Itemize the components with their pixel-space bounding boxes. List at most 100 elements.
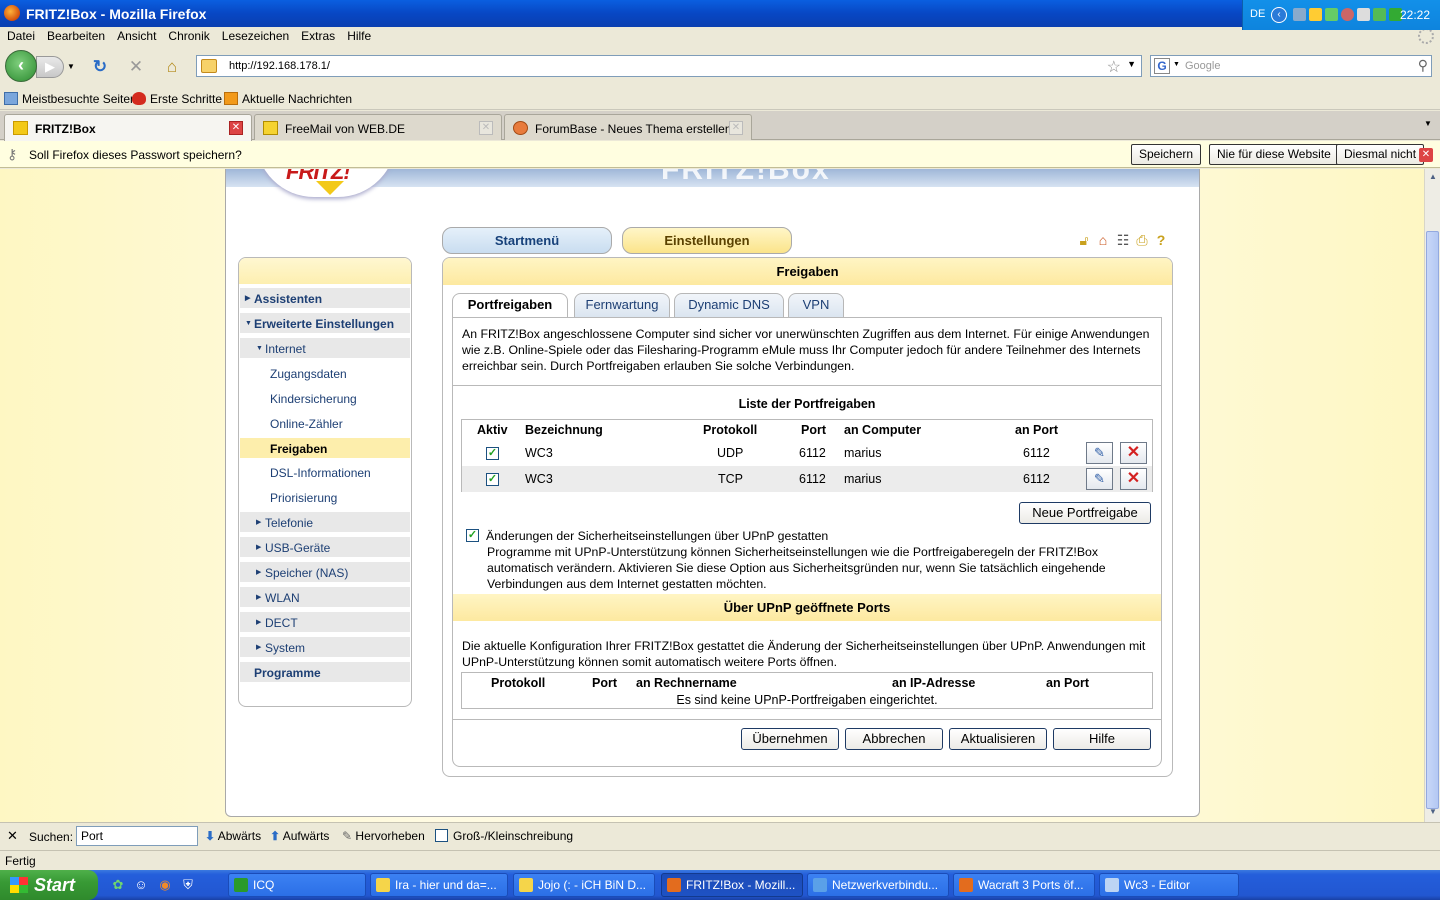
startmenu-button[interactable]: Startmenü — [442, 227, 612, 254]
sidebar-item-dect[interactable]: ▶ DECT — [240, 612, 410, 634]
search-bar[interactable]: G ▼ Google ⚲ — [1150, 55, 1432, 77]
match-case-checkbox[interactable] — [435, 829, 448, 842]
taskbar-task[interactable]: Ira - hier und da=... — [370, 873, 508, 897]
tab-webde[interactable]: FreeMail von WEB.DE ✕ — [254, 114, 502, 140]
menu-hilfe[interactable]: Hilfe — [343, 27, 375, 43]
scroll-up-icon[interactable]: ▲ — [1427, 172, 1439, 184]
taskbar-task[interactable]: Wacraft 3 Ports öf... — [953, 873, 1095, 897]
mail-icon[interactable] — [1309, 8, 1322, 21]
apply-button[interactable]: Übernehmen — [741, 728, 839, 750]
tab-vpn[interactable]: VPN — [788, 293, 844, 317]
icq-flower-icon[interactable]: ✿ — [110, 877, 126, 893]
never-save-button[interactable]: Nie für diese Website — [1209, 144, 1339, 165]
edit-icon[interactable]: ✎ — [1086, 442, 1113, 464]
menu-extras[interactable]: Extras — [297, 27, 339, 43]
users-icon[interactable]: ☺ — [133, 877, 149, 893]
home-icon[interactable]: ⌂ — [1095, 232, 1111, 248]
bookmark-news[interactable]: Aktuelle Nachrichten — [224, 92, 352, 106]
sidebar-item-speicher-nas-[interactable]: ▶ Speicher (NAS) — [240, 562, 410, 584]
menu-ansicht[interactable]: Ansicht — [113, 27, 160, 43]
tab-list-icon[interactable]: ▼ — [1424, 119, 1432, 128]
active-checkbox[interactable]: ✓ — [486, 447, 499, 460]
firefox-quicklaunch-icon[interactable]: ◉ — [157, 877, 173, 893]
menu-chronik[interactable]: Chronik — [164, 27, 213, 43]
tray-expand-icon[interactable]: ‹ — [1271, 7, 1287, 23]
new-portforward-button[interactable]: Neue Portfreigabe — [1019, 502, 1151, 524]
bookmark-star-icon[interactable]: ☆ — [1107, 57, 1121, 77]
menu-lesezeichen[interactable]: Lesezeichen — [218, 27, 293, 43]
security-tray-icon[interactable] — [1341, 8, 1354, 21]
sidebar-item-kindersicherung[interactable]: Kindersicherung — [240, 388, 410, 410]
tab-fritzbox[interactable]: FRITZ!Box ✕ — [4, 114, 252, 141]
sidebar-item-freigaben[interactable]: Freigaben — [240, 438, 410, 460]
close-findbar-icon[interactable]: ✕ — [7, 828, 18, 844]
taskbar-task[interactable]: Wc3 - Editor — [1099, 873, 1239, 897]
sidebar-item-zugangsdaten[interactable]: Zugangsdaten — [240, 363, 410, 385]
url-bar[interactable]: http://192.168.178.1/ ☆ ▼ — [196, 55, 1142, 77]
settings-button[interactable]: Einstellungen — [622, 227, 792, 254]
delete-icon[interactable]: ✕ — [1120, 468, 1147, 490]
lock-icon[interactable]: 🔓︎ — [1076, 232, 1092, 248]
window-titlebar[interactable]: FRITZ!Box - Mozilla Firefox _ ❐ ✕ — [0, 0, 1440, 27]
tab-dynamic-dns[interactable]: Dynamic DNS — [674, 293, 784, 317]
sidebar-item-system[interactable]: ▶ System — [240, 637, 410, 659]
print-icon[interactable]: ⎙ — [1134, 232, 1150, 248]
url-dropdown-icon[interactable]: ▼ — [1127, 59, 1136, 69]
google-engine-icon[interactable]: G — [1154, 58, 1170, 74]
sidebar-item-wlan[interactable]: ▶ WLAN — [240, 587, 410, 609]
not-now-button[interactable]: Diesmal nicht — [1336, 144, 1425, 165]
reload-icon[interactable]: ↻ — [89, 56, 111, 78]
scroll-down-icon[interactable]: ▼ — [1427, 807, 1439, 819]
match-case-toggle[interactable]: Groß-/Kleinschreibung — [435, 829, 573, 843]
search-icon[interactable]: ⚲ — [1418, 57, 1428, 74]
close-notification-icon[interactable]: ✕ — [1419, 148, 1433, 162]
start-button[interactable]: Start — [0, 870, 98, 900]
taskbar-task[interactable]: Jojo (: - iCH BiN D... — [513, 873, 655, 897]
help-icon[interactable]: ? — [1153, 232, 1169, 248]
nvidia-icon[interactable] — [1373, 8, 1386, 21]
icq-tray-icon[interactable] — [1325, 8, 1338, 21]
edit-icon[interactable]: ✎ — [1086, 468, 1113, 490]
help-button[interactable]: Hilfe — [1053, 728, 1151, 750]
sidebar-item-erweiterte-einstellungen[interactable]: ▼ Erweiterte Einstellungen — [240, 313, 410, 335]
volume-icon[interactable] — [1357, 8, 1370, 21]
language-indicator[interactable]: DE — [1250, 8, 1265, 20]
close-tab-icon[interactable]: ✕ — [729, 121, 743, 135]
close-tab-icon[interactable]: ✕ — [229, 121, 243, 135]
history-dropdown-icon[interactable]: ▼ — [67, 62, 75, 71]
cancel-button[interactable]: Abbrechen — [845, 728, 943, 750]
tab-fernwartung[interactable]: Fernwartung — [574, 293, 670, 317]
bookmark-first-steps[interactable]: Erste Schritte — [132, 92, 222, 106]
sidebar-item-dsl-informationen[interactable]: DSL-Informationen — [240, 462, 410, 484]
tab-portfreigaben[interactable]: Portfreigaben — [452, 293, 568, 318]
sidebar-item-programme[interactable]: Programme — [240, 662, 410, 684]
close-tab-icon[interactable]: ✕ — [479, 121, 493, 135]
shield-icon[interactable]: ⛨ — [180, 877, 196, 893]
taskbar-task[interactable]: FRITZ!Box - Mozill... — [661, 873, 803, 897]
network-icon[interactable] — [1293, 8, 1306, 21]
highlight-button[interactable]: ✎ Hervorheben — [342, 829, 425, 843]
find-next-button[interactable]: ⬇ Abwärts — [205, 829, 261, 843]
find-input[interactable] — [76, 826, 198, 846]
sidebar-item-telefonie[interactable]: ▶ Telefonie — [240, 512, 410, 534]
stop-icon[interactable]: ✕ — [125, 56, 147, 78]
sitemap-icon[interactable]: ☷ — [1115, 232, 1131, 248]
tab-forumbase[interactable]: ForumBase - Neues Thema erstellen ✕ — [504, 114, 752, 140]
active-checkbox[interactable]: ✓ — [486, 473, 499, 486]
scroll-thumb[interactable] — [1426, 231, 1439, 809]
taskbar-task[interactable]: ICQ — [228, 873, 366, 897]
sidebar-item-internet[interactable]: ▼ Internet — [240, 338, 410, 360]
find-prev-button[interactable]: ⬆ Aufwärts — [270, 829, 329, 843]
forward-button[interactable]: ▶ — [36, 56, 64, 78]
vertical-scrollbar[interactable]: ▲ ▼ — [1424, 169, 1440, 822]
bookmark-most-visited[interactable]: Meistbesuchte Seiten — [4, 92, 137, 106]
taskbar-task[interactable]: Netzwerkverbindu... — [807, 873, 949, 897]
save-password-button[interactable]: Speichern — [1131, 144, 1202, 165]
sidebar-item-assistenten[interactable]: ▶ Assistenten — [240, 288, 410, 310]
engine-dropdown-icon[interactable]: ▼ — [1173, 61, 1180, 68]
back-button[interactable]: ‹ — [5, 50, 37, 82]
sidebar-item-priorisierung[interactable]: Priorisierung — [240, 487, 410, 509]
sidebar-item-usb-geräte[interactable]: ▶ USB-Geräte — [240, 537, 410, 559]
delete-icon[interactable]: ✕ — [1120, 442, 1147, 464]
upnp-checkbox[interactable]: ✓ — [466, 529, 479, 542]
